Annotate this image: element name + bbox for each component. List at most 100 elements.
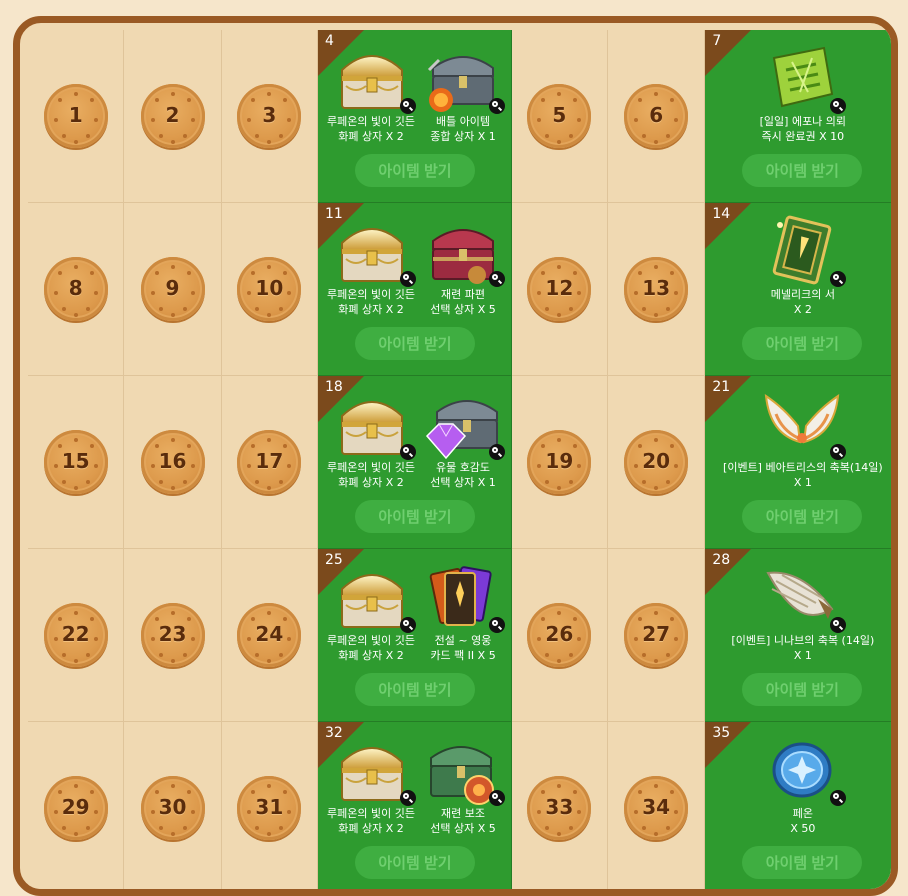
magnifier-icon[interactable] xyxy=(830,790,847,806)
magnifier-icon[interactable] xyxy=(489,617,506,633)
gold-treasure-chest-icon xyxy=(332,386,417,466)
reward-item-quantity: X 50 xyxy=(790,822,816,835)
calendar-day-cell: 9 xyxy=(124,203,222,376)
battle-item-chest-icon xyxy=(421,40,506,120)
calendar-day-cell: 5 xyxy=(511,30,609,203)
day-number: 15 xyxy=(61,449,90,473)
calendar-day-cell: 16 xyxy=(124,376,222,549)
cookie-day-icon: 9 xyxy=(140,257,205,321)
gold-treasure-chest-icon xyxy=(332,559,417,639)
cookie-day-icon: 2 xyxy=(140,84,205,148)
feather-wing-icon xyxy=(762,559,847,639)
cookie-day-icon: 26 xyxy=(527,603,592,667)
magnifier-icon[interactable] xyxy=(489,444,506,460)
day-number: 8 xyxy=(68,276,83,300)
reward-day-cell: 18 루페온의 빛이 깃든 화폐 상자 X 2 유물 호감도 선택 상자 X 1 아이템 … xyxy=(318,376,512,549)
reward-item-quantity: 화폐 상자 X 2 xyxy=(338,476,404,489)
claim-item-button[interactable]: 아이템 받기 xyxy=(742,154,863,187)
calendar-day-cell: 17 xyxy=(221,376,319,549)
day-number: 17 xyxy=(255,449,284,473)
reward-day-cell: 7 [일일] 에포나 의뢰 즉시 완료권 X 10 아이템 받기 xyxy=(705,30,891,203)
day-number: 13 xyxy=(642,276,671,300)
claim-item-button[interactable]: 아이템 받기 xyxy=(742,673,863,706)
magnifier-icon[interactable] xyxy=(400,444,417,460)
calendar-week-row: 29 30 31 32 루페온의 빛이 깃든 화폐 상자 X 2 재련 보조 선택 상자 X … xyxy=(28,722,891,889)
green-book-icon xyxy=(762,213,847,293)
day-number: 5 xyxy=(552,103,567,127)
attendance-calendar: 1 2 3 4 루페온의 빛이 깃든 화폐 상자 X 2 배틀 아이템 종합 상자 X 1 아이… xyxy=(13,16,898,896)
magnifier-icon[interactable] xyxy=(400,617,417,633)
magnifier-icon[interactable] xyxy=(830,271,847,287)
calendar-week-row: 15 16 17 18 루페온의 빛이 깃든 화폐 상자 X 2 유물 호감도 선택 상자 X… xyxy=(28,376,891,549)
day-number: 22 xyxy=(61,622,90,646)
claim-item-button[interactable]: 아이템 받기 xyxy=(355,327,476,360)
calendar-grid: 1 2 3 4 루페온의 빛이 깃든 화폐 상자 X 2 배틀 아이템 종합 상자 X 1 아이… xyxy=(28,30,891,889)
cookie-day-icon: 15 xyxy=(43,430,108,494)
reward-item-quantity: 화폐 상자 X 2 xyxy=(338,303,404,316)
reward-day-cell: 32 루페온의 빛이 깃든 화폐 상자 X 2 재련 보조 선택 상자 X 5 아이템 받… xyxy=(318,722,512,889)
green-scroll-icon xyxy=(762,40,847,120)
day-number: 12 xyxy=(545,276,574,300)
reward-item-quantity: 화폐 상자 X 2 xyxy=(338,649,404,662)
gem-chest-icon xyxy=(421,386,506,466)
day-number: 2 xyxy=(165,103,180,127)
reward-day-cell: 11 루페온의 빛이 깃든 화폐 상자 X 2 재련 파편 선택 상자 X 5 아이템 받… xyxy=(318,203,512,376)
magnifier-icon[interactable] xyxy=(830,444,847,460)
magnifier-icon[interactable] xyxy=(830,617,847,633)
magnifier-icon[interactable] xyxy=(489,790,506,806)
day-number: 27 xyxy=(642,622,671,646)
wings-icon xyxy=(762,386,847,466)
day-number: 24 xyxy=(255,622,284,646)
reward-day-cell: 28 [이벤트] 니나브의 축복 (14일) X 1 아이템 받기 xyxy=(705,549,891,722)
calendar-day-cell: 20 xyxy=(608,376,706,549)
claim-item-button[interactable]: 아이템 받기 xyxy=(355,500,476,533)
cookie-day-icon: 22 xyxy=(43,603,108,667)
reward-day-cell: 25 루페온의 빛이 깃든 화폐 상자 X 2 전설 ~ 영웅 카드 팩 II X 5아… xyxy=(318,549,512,722)
gold-treasure-chest-icon xyxy=(332,40,417,120)
calendar-day-cell: 29 xyxy=(28,722,125,889)
calendar-day-cell: 30 xyxy=(124,722,222,889)
blue-coin-icon xyxy=(762,732,847,812)
day-number: 20 xyxy=(642,449,671,473)
cookie-day-icon: 24 xyxy=(237,603,302,667)
cookie-day-icon: 30 xyxy=(140,776,205,840)
claim-item-button[interactable]: 아이템 받기 xyxy=(355,846,476,879)
reward-item-quantity: 화폐 상자 X 2 xyxy=(338,130,404,143)
cookie-day-icon: 16 xyxy=(140,430,205,494)
calendar-day-cell: 27 xyxy=(608,549,706,722)
claim-item-button[interactable]: 아이템 받기 xyxy=(355,154,476,187)
gold-treasure-chest-icon xyxy=(332,213,417,293)
reward-item-quantity: 선택 상자 X 5 xyxy=(430,822,496,835)
cookie-day-icon: 3 xyxy=(237,84,302,148)
claim-item-button[interactable]: 아이템 받기 xyxy=(742,846,863,879)
day-number: 9 xyxy=(165,276,180,300)
magnifier-icon[interactable] xyxy=(400,98,417,114)
calendar-day-cell: 19 xyxy=(511,376,609,549)
calendar-day-cell: 23 xyxy=(124,549,222,722)
reward-item-quantity: 카드 팩 II X 5 xyxy=(430,649,496,662)
magnifier-icon[interactable] xyxy=(830,98,847,114)
reward-item-quantity: 종합 상자 X 1 xyxy=(430,130,496,143)
claim-item-button[interactable]: 아이템 받기 xyxy=(355,673,476,706)
cookie-day-icon: 1 xyxy=(43,84,108,148)
calendar-day-cell: 6 xyxy=(608,30,706,203)
claim-item-button[interactable]: 아이템 받기 xyxy=(742,500,863,533)
magnifier-icon[interactable] xyxy=(489,271,506,287)
day-number: 6 xyxy=(649,103,664,127)
calendar-day-cell: 13 xyxy=(608,203,706,376)
magnifier-icon[interactable] xyxy=(400,790,417,806)
magnifier-icon[interactable] xyxy=(489,98,506,114)
day-number: 1 xyxy=(68,103,83,127)
cookie-day-icon: 20 xyxy=(624,430,689,494)
cookie-day-icon: 29 xyxy=(43,776,108,840)
green-chest-icon xyxy=(421,732,506,812)
claim-item-button[interactable]: 아이템 받기 xyxy=(742,327,863,360)
card-pack-icon xyxy=(421,559,506,639)
day-number: 31 xyxy=(255,795,284,819)
day-number: 30 xyxy=(158,795,187,819)
reward-day-cell: 21 [이벤트] 베아트리스의 축복(14일) X 1 아이템 받기 xyxy=(705,376,891,549)
reward-item-quantity: 즉시 완료권 X 10 xyxy=(761,130,845,143)
magnifier-icon[interactable] xyxy=(400,271,417,287)
cookie-day-icon: 8 xyxy=(43,257,108,321)
cookie-day-icon: 6 xyxy=(624,84,689,148)
